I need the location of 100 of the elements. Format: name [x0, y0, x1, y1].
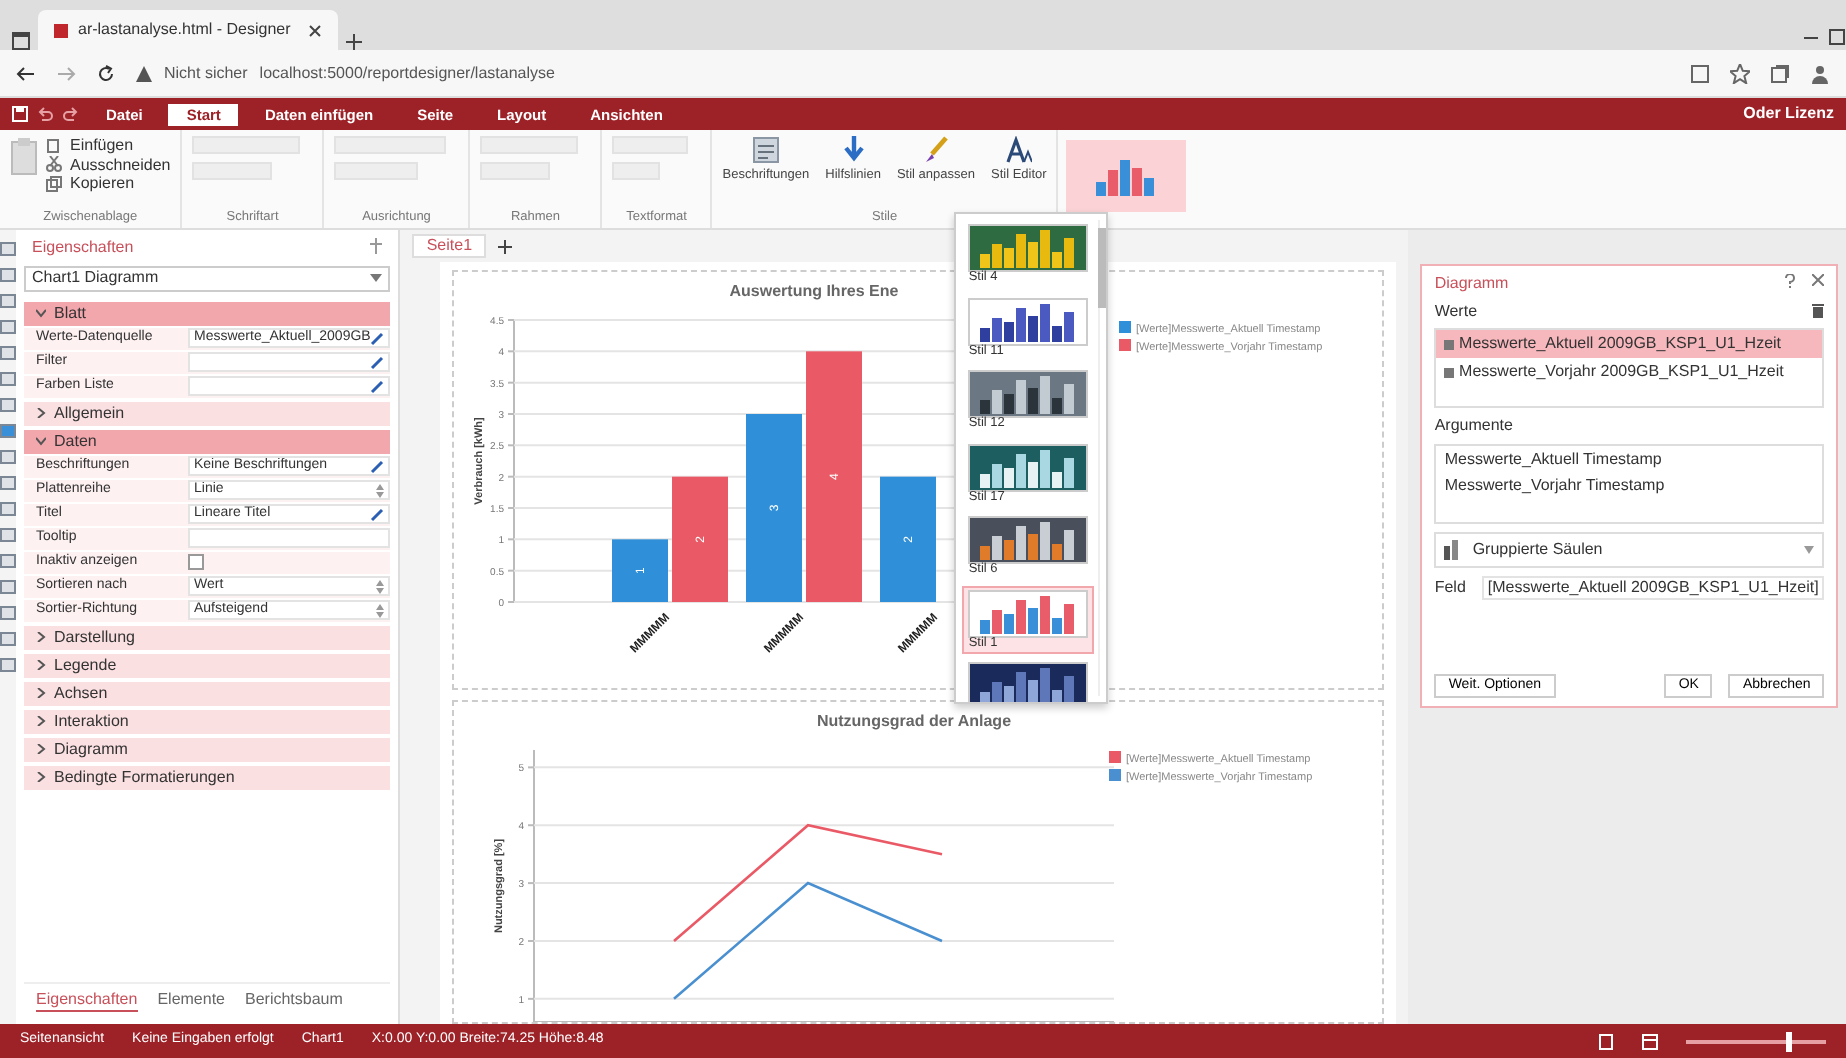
- chevron-icon: [36, 772, 46, 783]
- chevron-icon: [36, 308, 46, 319]
- section-header[interactable]: Bedingte Formatierungen: [24, 765, 391, 790]
- value-icon: [1444, 365, 1455, 378]
- delete-icon[interactable]: [1812, 303, 1825, 318]
- paste-icon: [46, 137, 62, 154]
- input-field[interactable]: [Messwerte_Aktuell 2009GB_KSP1_U1_Hzeit]: [1481, 575, 1825, 600]
- chevron-icon: [36, 632, 46, 643]
- clipboard-icon[interactable]: [10, 136, 38, 176]
- arrow-icon: [839, 136, 868, 164]
- chart-thumbnail: [968, 370, 1089, 418]
- section-header[interactable]: Achsen: [24, 681, 391, 706]
- reload-icon[interactable]: [96, 63, 116, 83]
- layout-view-icon[interactable]: [1642, 1033, 1658, 1049]
- chevron-icon: [36, 688, 46, 699]
- reader-icon[interactable]: [1690, 63, 1710, 83]
- security-label: Nicht sicher: [164, 63, 248, 83]
- chevron-icon: [36, 744, 46, 755]
- page-icon: [54, 23, 68, 37]
- chevron-icon: [36, 436, 46, 447]
- section-header[interactable]: Blatt: [24, 301, 391, 326]
- panel-tab[interactable]: Elemente: [157, 990, 225, 1012]
- section-header[interactable]: Daten: [24, 429, 391, 454]
- tab-title: ar-lastanalyse.html - Designer: [78, 20, 293, 40]
- chevron-icon: [36, 716, 46, 727]
- browser-tab[interactable]: ar-lastanalyse.html - Designer: [38, 10, 338, 50]
- list-item[interactable]: Messwerte_Vorjahr 2009GB_KSP1_U1_Hzeit: [1436, 357, 1823, 385]
- copy-icon: [46, 175, 62, 192]
- dialog-title: Diagramm: [1434, 274, 1509, 294]
- save-icon[interactable]: [12, 106, 28, 122]
- warning-icon: [136, 65, 152, 81]
- chart-type-dropdown[interactable]: Gruppierte Säulen: [1434, 531, 1825, 568]
- legend-swatch: [1109, 751, 1122, 763]
- input-field[interactable]: [188, 376, 391, 397]
- value-icon: [1444, 338, 1455, 351]
- spinner-icon: [376, 483, 385, 498]
- scissors-icon: [46, 156, 62, 173]
- plus-icon[interactable]: [346, 34, 362, 50]
- pencil-icon: [370, 507, 385, 522]
- bar: [612, 539, 669, 602]
- chevron-icon: [36, 408, 46, 419]
- field-label: Argumente: [1434, 416, 1515, 436]
- chart-style-button[interactable]: [1066, 140, 1187, 212]
- bar: [880, 476, 937, 602]
- panel-title: Eigenschaften: [32, 238, 134, 258]
- pin-icon[interactable]: [370, 238, 383, 254]
- brush-icon: [921, 136, 950, 164]
- help-icon[interactable]: [1784, 274, 1797, 288]
- legend-swatch: [1119, 321, 1132, 333]
- labels-icon: [751, 136, 780, 164]
- list-item[interactable]: Messwerte_Vorjahr Timestamp: [1436, 472, 1823, 500]
- undo-icon[interactable]: [36, 106, 54, 122]
- chart-thumbnail: [968, 224, 1089, 272]
- redo-icon[interactable]: [62, 106, 80, 122]
- caret-icon: [1804, 545, 1815, 554]
- ribbon-button[interactable]: Einfügen: [46, 136, 171, 156]
- back-icon[interactable]: [16, 63, 36, 83]
- panel-tab[interactable]: Eigenschaften: [36, 990, 138, 1012]
- plus-icon[interactable]: [498, 239, 513, 253]
- field-label: Feld: [1434, 577, 1466, 598]
- collections-icon[interactable]: [1770, 63, 1790, 83]
- profile-icon[interactable]: [1810, 63, 1830, 83]
- field-label: Werte: [1434, 301, 1478, 321]
- bar: [672, 476, 729, 602]
- ribbon-button[interactable]: Ausschneiden: [46, 155, 171, 175]
- spinner-icon: [376, 579, 385, 594]
- url-text: localhost:5000/reportdesigner/lastanalyse: [259, 63, 555, 83]
- account-link[interactable]: Oder Lizenz: [1743, 104, 1834, 124]
- object-selector[interactable]: Chart1 Diagramm: [24, 265, 391, 292]
- star-icon[interactable]: [1730, 63, 1750, 83]
- ribbon-button[interactable]: Kopieren: [46, 174, 171, 194]
- section-header[interactable]: Interaktion: [24, 709, 391, 734]
- chart-title: Nutzungsgrad der Anlage: [817, 712, 1012, 730]
- list-item[interactable]: Messwerte_Aktuell 2009GB_KSP1_U1_Hzeit: [1436, 330, 1823, 358]
- section-header[interactable]: Diagramm: [24, 737, 391, 762]
- close-icon[interactable]: [308, 23, 322, 37]
- checkbox[interactable]: [188, 554, 204, 571]
- window-icon: [12, 32, 30, 50]
- section-header[interactable]: Darstellung: [24, 625, 391, 650]
- list-item[interactable]: Messwerte_Aktuell Timestamp: [1436, 445, 1823, 473]
- chart-title: Auswertung Ihres Ene: [730, 282, 900, 300]
- page-tab[interactable]: Seite1: [412, 234, 487, 258]
- panel-tab[interactable]: Berichtsbaum: [245, 990, 343, 1012]
- caret-icon: [370, 274, 383, 283]
- chart-thumbnail: [968, 516, 1089, 564]
- pencil-icon: [370, 459, 385, 474]
- forward-icon[interactable]: [56, 63, 76, 83]
- input-field[interactable]: [188, 352, 391, 373]
- chart-thumbnail: [968, 297, 1089, 345]
- page-view-icon[interactable]: [1598, 1033, 1614, 1049]
- spinner-icon: [376, 603, 385, 618]
- section-header[interactable]: Allgemein: [24, 401, 391, 426]
- chart-thumbnail: [968, 589, 1089, 637]
- legend-swatch: [1119, 339, 1132, 351]
- font-icon: [1004, 136, 1033, 164]
- section-header[interactable]: Legende: [24, 653, 391, 678]
- input-field[interactable]: [188, 528, 391, 549]
- legend-swatch: [1109, 769, 1122, 781]
- close-icon[interactable]: [1812, 274, 1825, 286]
- chart-thumbnail: [968, 443, 1089, 491]
